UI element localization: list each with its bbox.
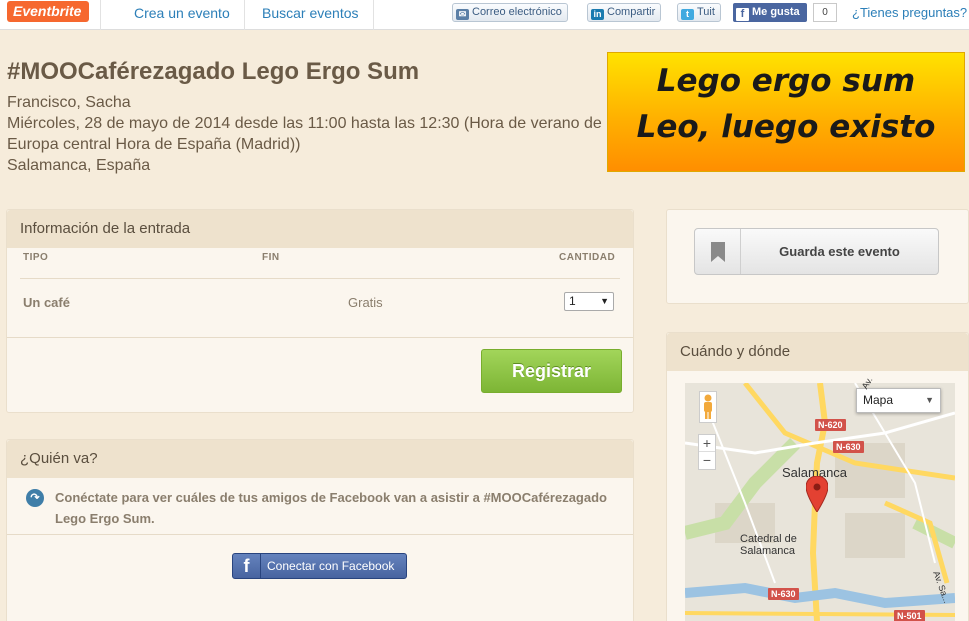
map-marker-icon[interactable] [805, 475, 829, 517]
ticket-panel-heading: Información de la entrada [7, 210, 633, 248]
who-message: Conéctate para ver cuáles de tus amigos … [55, 490, 607, 526]
nav-divider [373, 0, 374, 30]
zoom-out-icon[interactable]: − [699, 451, 715, 468]
map-cathedral-label: Salamanca [740, 545, 796, 557]
divider [7, 337, 633, 338]
map-type-select[interactable]: Mapa ▼ [856, 388, 941, 413]
road-label: N-630 [768, 588, 799, 600]
envelope-icon: ✉ [456, 9, 469, 20]
divider [20, 278, 620, 279]
who-panel: ¿Quién va? [6, 439, 634, 621]
banner-line-2: Leo, luego existo [636, 109, 936, 145]
event-organizer[interactable]: Francisco, Sacha [7, 92, 607, 113]
ticket-type: Un café [23, 295, 70, 310]
event-banner: Lego ergo sum Leo, luego existo [607, 52, 965, 172]
road-label: N-630 [833, 441, 864, 453]
eventbrite-logo[interactable]: Eventbrite [7, 1, 89, 22]
event-location: Salamanca, España [7, 157, 151, 174]
facebook-icon: f [233, 554, 261, 578]
who-panel-heading: ¿Quién va? [7, 440, 633, 478]
ticket-price: Gratis [348, 295, 383, 310]
nav-divider [244, 0, 245, 30]
road-label: N-501 [894, 610, 925, 621]
col-quantity: CANTIDAD [559, 252, 616, 263]
zoom-in-icon[interactable]: + [699, 435, 715, 451]
like-count: 0 [813, 3, 837, 22]
zoom-control[interactable]: + − [698, 434, 716, 470]
connect-facebook-button[interactable]: f Conectar con Facebook [232, 553, 407, 579]
col-end: FIN [262, 252, 280, 263]
banner-line-1: Lego ergo sum [656, 63, 916, 99]
share-linkedin-button[interactable]: in Compartir [587, 3, 662, 22]
divider [7, 534, 633, 535]
nav-create-event[interactable]: Crea un evento [134, 0, 230, 30]
twitter-icon: t [681, 9, 694, 20]
linkedin-icon: in [591, 9, 604, 20]
col-type: TIPO [23, 252, 49, 263]
top-bar: Eventbrite Crea un evento Buscar eventos… [0, 0, 969, 30]
facebook-like-button[interactable]: f Me gusta [733, 3, 807, 22]
register-button[interactable]: Registrar [481, 349, 622, 393]
event-title: #MOOCaférezagado Lego Ergo Sum [7, 58, 420, 85]
share-twitter-button[interactable]: t Tuit [677, 3, 721, 22]
event-info: Francisco, Sacha Miércoles, 28 de mayo d… [7, 92, 607, 176]
event-datetime: Miércoles, 28 de mayo de 2014 desde las … [7, 115, 602, 153]
where-panel-heading: Cuándo y dónde [667, 333, 968, 371]
share-arrow-icon: ↷ [26, 489, 44, 507]
nav-find-events[interactable]: Buscar eventos [262, 0, 359, 30]
map-cathedral-label: Catedral de [740, 533, 797, 545]
save-event-button[interactable]: Guarda este evento [694, 228, 939, 275]
nav-divider [100, 0, 101, 30]
caret-down-icon: ▼ [925, 395, 934, 405]
share-email-button[interactable]: ✉ Correo electrónico [452, 3, 568, 22]
bookmark-icon [695, 229, 741, 274]
help-link[interactable]: ¿Tienes preguntas? [852, 5, 967, 20]
facebook-icon: f [736, 8, 749, 21]
chevron-down-icon: ▼ [600, 296, 609, 306]
street-view-pegman-icon[interactable] [699, 391, 717, 423]
road-label: N-620 [815, 419, 846, 431]
quantity-select[interactable]: 1 ▼ [564, 292, 614, 311]
